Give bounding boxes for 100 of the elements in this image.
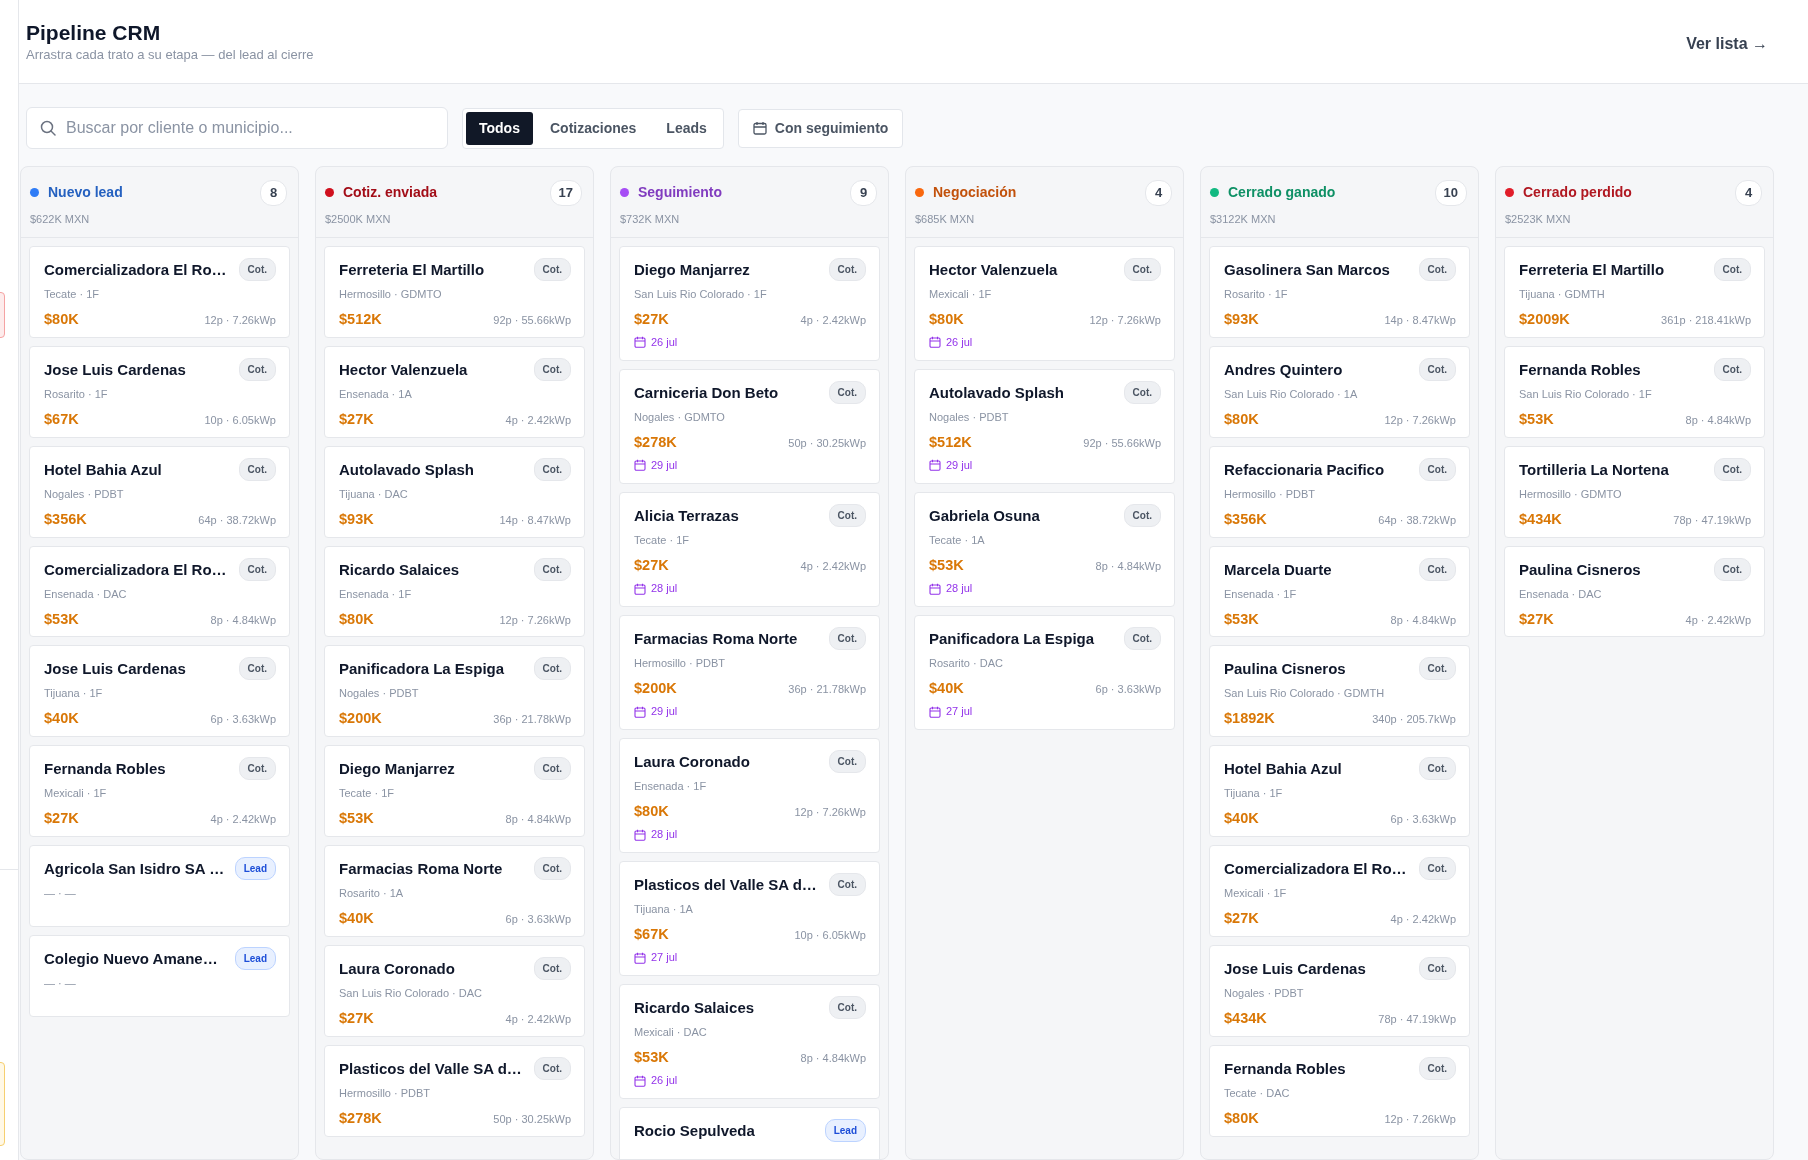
deal-card[interactable]: Agricola San Isidro SA … Lead — · — <box>29 845 290 928</box>
deal-specs: 340p · 205.7kWp <box>1372 712 1456 727</box>
deal-card[interactable]: Hotel Bahia Azul Cot. Tijuana · 1F $40K 6p · 3.63kWp <box>1209 745 1470 838</box>
deal-card[interactable]: Fernanda Robles Cot. San Luis Rio Colorado · 1F $53K 8p · 4.84kWp <box>1504 345 1765 438</box>
deal-amount: $356K <box>44 509 87 529</box>
deal-card[interactable]: Paulina Cisneros Cot. San Luis Rio Colorado · GDMTH $1892K 340p · 205.7kWp <box>1209 645 1470 738</box>
deal-type-tag: Cot. <box>828 258 866 281</box>
filter-tab[interactable]: Cotizaciones <box>536 111 650 145</box>
deal-card[interactable]: Rocio Sepulveda Lead <box>619 1107 880 1159</box>
deal-type-tag: Cot. <box>828 627 866 651</box>
deal-card[interactable]: Jose Luis Cardenas Cot. Rosarito · 1F $67K 10p · 6.05kWp <box>29 345 290 438</box>
deal-card[interactable]: Comercializadora El Ro… Cot. Tecate · 1F $80K 12p · 7.26kWp <box>29 246 290 338</box>
deal-specs: 12p · 7.26kWp <box>1089 313 1161 328</box>
deal-card[interactable]: Ferreteria El Martillo Cot. Hermosillo · GDMTO $512K 92p · 55.66kWp <box>324 246 585 338</box>
deal-amount: $27K <box>339 1008 374 1028</box>
deal-card[interactable]: Fernanda Robles Cot. Tecate · DAC $80K 12p · 7.26kWp <box>1209 1044 1470 1137</box>
deal-type-tag: Cot. <box>1418 857 1456 881</box>
deal-card[interactable]: Refaccionaria Pacifico Cot. Hermosillo · PDBT $356K 64p · 38.72kWp <box>1209 445 1470 538</box>
deal-card[interactable]: Carniceria Don Beto Cot. Nogales · GDMTO $278K 50p · 30.25kWp 29 jul <box>619 369 880 485</box>
deal-card[interactable]: Comercializadora El Ro… Cot. Mexicali · 1F $27K 4p · 2.42kWp <box>1209 845 1470 937</box>
deal-card[interactable]: Autolavado Splash Cot. Nogales · PDBT $512K 92p · 55.66kWp 29 jul <box>914 369 1175 485</box>
deal-location: Hermosillo · PDBT <box>1224 487 1316 501</box>
deal-card[interactable]: Ferreteria El Martillo Cot. Tijuana · GDMTH $2009K 361p · 218.41kWp <box>1504 246 1765 338</box>
deal-card[interactable]: Gasolinera San Marcos Cot. Rosarito · 1F $93K 14p · 8.47kWp <box>1209 246 1470 338</box>
deal-type-tag: Lead <box>234 947 276 971</box>
deal-type-tag: Cot. <box>1713 557 1751 581</box>
deal-card[interactable]: Jose Luis Cardenas Cot. Tijuana · 1F $40K 6p · 3.63kWp <box>29 645 290 738</box>
deal-name: Autolavado Splash <box>929 384 1065 403</box>
deal-specs: 8p · 4.84kWp <box>210 612 276 627</box>
count-pill: 9 <box>850 180 877 206</box>
deal-card[interactable]: Farmacias Roma Norte Cot. Hermosillo · PDBT $200K 36p · 21.78kWp 29 jul <box>619 615 880 731</box>
deal-card[interactable]: Panificadora La Espiga Cot. Rosarito · DAC $40K 6p · 3.63kWp 27 jul <box>914 615 1175 731</box>
deal-card[interactable]: Hector Valenzuela Cot. Ensenada · 1A $27K 4p · 2.42kWp <box>324 345 585 438</box>
deal-specs: 6p · 3.63kWp <box>210 712 276 727</box>
deal-type-tag: Cot. <box>238 657 276 681</box>
deal-name: Comercializadora El Ro… <box>44 261 227 279</box>
stage-title: Cotiz. enviada <box>343 183 439 203</box>
deal-name: Fernanda Robles <box>44 760 166 779</box>
deal-card[interactable]: Plasticos del Valle SA d… Cot. Tijuana · 1A $67K 10p · 6.05kWp 27 jul <box>619 861 880 977</box>
deal-name: Comercializadora El Ro… <box>1224 860 1407 879</box>
deal-card[interactable]: Diego Manjarrez Cot. San Luis Rio Colorado · 1F $27K 4p · 2.42kWp 26 jul <box>619 246 880 362</box>
deal-card[interactable]: Comercializadora El Ro… Cot. Ensenada · DAC $53K 8p · 4.84kWp <box>29 545 290 638</box>
deal-card[interactable]: Gabriela Osuna Cot. Tecate · 1A $53K 8p · 4.84kWp 28 jul <box>914 492 1175 608</box>
deal-card[interactable]: Autolavado Splash Cot. Tijuana · DAC $93K 14p · 8.47kWp <box>324 445 585 538</box>
deal-amount: $53K <box>929 556 964 575</box>
deal-card[interactable]: Alicia Terrazas Cot. Tecate · 1F $27K 4p · 2.42kWp 28 jul <box>619 492 880 608</box>
deal-type-tag: Cot. <box>828 996 866 1020</box>
stage-title: Cerrado perdido <box>1523 183 1633 203</box>
deal-name: Rocio Sepulveda <box>634 1122 755 1141</box>
calendar-icon <box>752 121 767 135</box>
deal-amount: $434K <box>1224 1008 1267 1028</box>
calendar-icon <box>929 459 941 472</box>
deal-card[interactable]: Marcela Duarte Cot. Ensenada · 1F $53K 8p · 4.84kWp <box>1209 545 1470 638</box>
deal-amount: $93K <box>1224 310 1259 329</box>
follow-up-date: 26 jul <box>651 1074 678 1088</box>
stage-total: $622K MXN <box>30 211 90 227</box>
deal-type-tag: Cot. <box>533 557 571 581</box>
deal-name: Hotel Bahia Azul <box>1224 760 1342 779</box>
filter-tab[interactable]: Leads <box>653 111 720 145</box>
deal-name: Ferreteria El Martillo <box>1519 261 1665 279</box>
deal-card[interactable]: Andres Quintero Cot. San Luis Rio Colorado · 1A $80K 12p · 7.26kWp <box>1209 345 1470 438</box>
search-field[interactable]: Buscar por cliente o municipio... <box>26 107 448 149</box>
count-pill: 8 <box>260 180 287 206</box>
filter-tab[interactable]: Todos <box>466 111 533 145</box>
deal-card[interactable]: Plasticos del Valle SA d… Cot. Hermosillo · PDBT $278K 50p · 30.25kWp <box>324 1044 585 1137</box>
deal-card[interactable]: Hotel Bahia Azul Cot. Nogales · PDBT $356K 64p · 38.72kWp <box>29 445 290 538</box>
deal-card[interactable]: Hector Valenzuela Cot. Mexicali · 1F $80K 12p · 7.26kWp 26 jul <box>914 246 1175 362</box>
deal-amount: $40K <box>1224 809 1259 829</box>
stage-title: Negociación <box>933 183 1018 203</box>
deal-type-tag: Cot. <box>238 258 276 281</box>
deal-amount: $67K <box>634 925 669 944</box>
deal-amount: $80K <box>1224 409 1259 429</box>
deal-card[interactable]: Colegio Nuevo Amane… Lead — · — <box>29 935 290 1018</box>
deal-amount: $80K <box>339 609 374 629</box>
deal-location: Hermosillo · PDBT <box>339 1086 431 1100</box>
deal-card[interactable]: Diego Manjarrez Cot. Tecate · 1F $53K 8p · 4.84kWp <box>324 745 585 838</box>
deal-card[interactable]: Paulina Cisneros Cot. Ensenada · DAC $27K 4p · 2.42kWp <box>1504 545 1765 638</box>
deal-amount: $27K <box>634 310 669 329</box>
deal-location: Mexicali · 1F <box>44 787 107 801</box>
deal-card[interactable]: Jose Luis Cardenas Cot. Nogales · PDBT $434K 78p · 47.19kWp <box>1209 944 1470 1037</box>
deal-card[interactable]: Tortilleria La Nortena Cot. Hermosillo · GDMTO $434K 78p · 47.19kWp <box>1504 445 1765 538</box>
deal-card[interactable]: Panificadora La Espiga Cot. Nogales · PDBT $200K 36p · 21.78kWp <box>324 645 585 738</box>
deal-type-tag: Cot. <box>1418 757 1456 781</box>
deal-card[interactable]: Laura Coronado Cot. San Luis Rio Colorado · DAC $27K 4p · 2.42kWp <box>324 944 585 1037</box>
deal-amount: $27K <box>44 809 79 829</box>
follow-up-button[interactable]: Con seguimiento <box>737 108 904 148</box>
deal-card[interactable]: Farmacias Roma Norte Cot. Rosarito · 1A $40K 6p · 3.63kWp <box>324 845 585 937</box>
deal-amount: $53K <box>1519 409 1554 429</box>
deal-specs: 36p · 21.78kWp <box>788 682 866 697</box>
deal-card[interactable]: Ricardo Salaices Cot. Mexicali · DAC $53K 8p · 4.84kWp 26 jul <box>619 984 880 1100</box>
deal-card[interactable]: Fernanda Robles Cot. Mexicali · 1F $27K 4p · 2.42kWp <box>29 745 290 838</box>
count-pill: 17 <box>549 180 582 206</box>
deal-location: Rosarito · DAC <box>929 657 1003 671</box>
follow-up-date: 27 jul <box>651 951 678 965</box>
deal-card[interactable]: Laura Coronado Cot. Ensenada · 1F $80K 12p · 7.26kWp 28 jul <box>619 738 880 854</box>
deal-type-tag: Cot. <box>1123 504 1161 528</box>
view-list-link[interactable]: Ver lista → <box>1686 32 1768 83</box>
deal-location: Ensenada · DAC <box>1519 587 1602 601</box>
deal-location: San Luis Rio Colorado · 1F <box>634 288 767 302</box>
deal-card[interactable]: Ricardo Salaices Cot. Ensenada · 1F $80K 12p · 7.26kWp <box>324 545 585 638</box>
